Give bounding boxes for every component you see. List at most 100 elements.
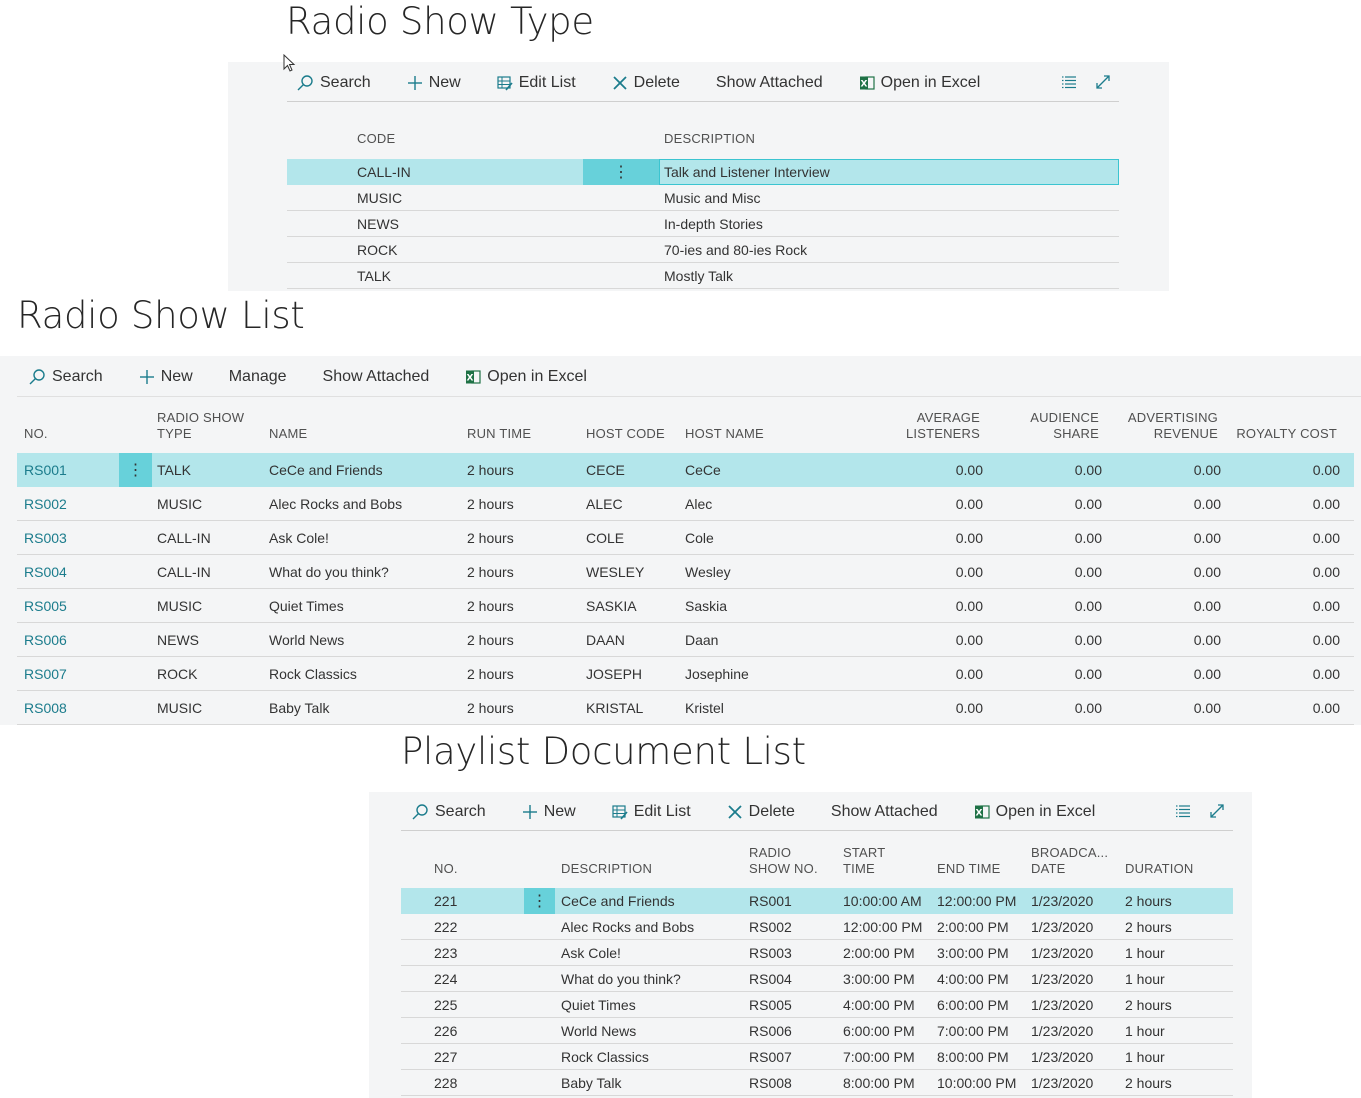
cell-code[interactable]: ROCK [357,242,397,258]
table-row[interactable]: CALL-IN Talk and Listener Interview ⋮ [287,159,1119,185]
edit-list-button[interactable]: Edit List [497,74,576,92]
column-header-broadcast-date[interactable]: BROADCA... DATE [1031,845,1108,877]
new-button[interactable]: New [139,368,193,386]
column-header-end-time[interactable]: END TIME [937,861,1000,877]
table-row[interactable]: RS006 NEWS World News 2 hours DAAN Daan 0.00 0.… [17,623,1354,657]
cell-revenue: 0.00 [1193,666,1221,682]
column-header-name[interactable]: NAME [269,426,307,442]
expand-icon[interactable] [1209,803,1225,819]
search-button[interactable]: Search [296,74,371,92]
delete-button[interactable]: Delete [612,74,680,92]
column-header-no[interactable]: NO. [24,426,48,442]
delete-button[interactable]: Delete [727,803,795,821]
show-attached-button[interactable]: Show Attached [716,74,823,92]
cell-no[interactable]: RS001 [24,462,67,478]
cell-no: 227 [434,1049,458,1065]
table-row[interactable]: RS007 ROCK Rock Classics 2 hours JOSEPH Josep… [17,657,1354,691]
new-button[interactable]: New [522,803,576,821]
column-header-advertising-revenue[interactable]: ADVERTISING REVENUE [1108,410,1218,442]
cell-no[interactable]: RS002 [24,496,67,512]
show-attached-button[interactable]: Show Attached [831,803,938,821]
open-in-excel-button[interactable]: X Open in Excel [859,74,980,92]
header-line: AVERAGE [916,410,980,425]
cell-no[interactable]: RS006 [24,632,67,648]
cell-description[interactable]: In-depth Stories [664,216,763,232]
cell-code[interactable]: MUSIC [357,190,402,206]
column-header-audience-share[interactable]: AUDIENCE SHARE [999,410,1099,442]
cell-start: 2:00:00 PM [843,945,915,961]
cell-name: Rock Classics [269,666,357,682]
column-header-royalty-cost[interactable]: ROYALTY COST [1227,426,1337,442]
table-row[interactable]: RS008 MUSIC Baby Talk 2 hours KRISTAL Kristel… [17,691,1354,725]
table-row[interactable]: MUSIC Music and Misc [287,185,1119,211]
row-actions-ellipsis-icon[interactable]: ⋮ [524,888,555,914]
svg-text:X: X [467,374,474,384]
cell-no[interactable]: RS005 [24,598,67,614]
table-row[interactable]: 221 CeCe and Friends RS001 10:00:00 AM 12:00… [401,888,1233,914]
edit-list-button[interactable]: Edit List [612,803,691,821]
cell-avg: 0.00 [955,496,983,512]
column-header-description[interactable]: DESCRIPTION [561,861,652,877]
table-row[interactable]: RS001 TALK CeCe and Friends 2 hours CECE CeCe… [17,453,1354,487]
playlist-view-actions [1175,803,1225,819]
cell-host-code: DAAN [586,632,625,648]
table-row[interactable]: RS003 CALL-IN Ask Cole! 2 hours COLE Cole 0.00… [17,521,1354,555]
expand-icon[interactable] [1095,74,1111,90]
table-row[interactable]: 227 Rock Classics RS007 7:00:00 PM 8:00:00 P… [401,1044,1233,1070]
delete-icon [728,805,742,819]
column-header-radio-show-no[interactable]: RADIO SHOW NO. [749,845,818,877]
cell-description: Alec Rocks and Bobs [561,919,695,935]
table-row[interactable]: RS002 MUSIC Alec Rocks and Bobs 2 hours ALEC… [17,487,1354,521]
show-attached-button[interactable]: Show Attached [323,368,430,386]
column-header-duration[interactable]: DURATION [1125,861,1194,877]
new-button[interactable]: New [407,74,461,92]
table-row[interactable]: NEWS In-depth Stories [287,211,1119,237]
cell-code[interactable]: NEWS [357,216,399,232]
table-row[interactable]: RS005 MUSIC Quiet Times 2 hours SASKIA Saskia… [17,589,1354,623]
cell-description: CeCe and Friends [561,893,675,909]
cell-description[interactable]: Mostly Talk [664,268,733,284]
column-header-description[interactable]: DESCRIPTION [664,131,755,147]
column-header-no[interactable]: NO. [434,861,458,877]
cell-description[interactable]: 70-ies and 80-ies Rock [664,242,807,258]
cell-name: What do you think? [269,564,389,580]
column-header-host-code[interactable]: HOST CODE [586,426,665,442]
search-button[interactable]: Search [411,803,486,821]
column-header-host-name[interactable]: HOST NAME [685,426,764,442]
cell-host-code: CECE [586,462,625,478]
list-view-icon[interactable] [1061,74,1077,90]
plus-icon [139,370,154,384]
cell-host-name: Cole [685,530,714,546]
column-header-average-listeners[interactable]: AVERAGE LISTENERS [880,410,980,442]
table-row[interactable]: RS004 CALL-IN What do you think? 2 hours WES… [17,555,1354,589]
cell-no[interactable]: RS004 [24,564,67,580]
table-row[interactable]: 223 Ask Cole! RS003 2:00:00 PM 3:00:00 PM 1/2… [401,940,1233,966]
cell-royalty: 0.00 [1312,598,1340,614]
column-header-run-time[interactable]: RUN TIME [467,426,531,442]
table-row[interactable]: ROCK 70-ies and 80-ies Rock [287,237,1119,263]
column-header-code[interactable]: CODE [357,131,395,147]
table-row[interactable]: 224 What do you think? RS004 3:00:00 PM 4:00… [401,966,1233,992]
table-row[interactable]: 228 Baby Talk RS008 8:00:00 PM 10:00:00 PM 1/… [401,1070,1233,1096]
table-row[interactable]: 225 Quiet Times RS005 4:00:00 PM 6:00:00 PM 1… [401,992,1233,1018]
manage-button[interactable]: Manage [229,368,287,386]
cell-code[interactable]: CALL-IN [357,164,411,180]
cell-avg: 0.00 [955,564,983,580]
search-button[interactable]: Search [28,368,103,386]
open-in-excel-button[interactable]: X Open in Excel [974,803,1095,821]
column-header-start-time[interactable]: START TIME [843,845,885,877]
cell-description[interactable]: Music and Misc [664,190,760,206]
table-row[interactable]: 226 World News RS006 6:00:00 PM 7:00:00 PM 1/… [401,1018,1233,1044]
cell-code[interactable]: TALK [357,268,391,284]
open-in-excel-button[interactable]: X Open in Excel [465,368,587,386]
row-actions-ellipsis-icon[interactable]: ⋮ [119,453,152,487]
column-header-type[interactable]: RADIO SHOW TYPE [157,410,244,442]
cell-no[interactable]: RS003 [24,530,67,546]
table-row[interactable]: 222 Alec Rocks and Bobs RS002 12:00:00 PM 2:… [401,914,1233,940]
list-view-icon[interactable] [1175,803,1191,819]
row-actions-ellipsis-icon[interactable]: ⋮ [583,159,659,185]
cell-no[interactable]: RS008 [24,700,67,716]
cell-no[interactable]: RS007 [24,666,67,682]
cell-show-no: RS006 [749,1023,792,1039]
table-row[interactable]: TALK Mostly Talk [287,263,1119,289]
